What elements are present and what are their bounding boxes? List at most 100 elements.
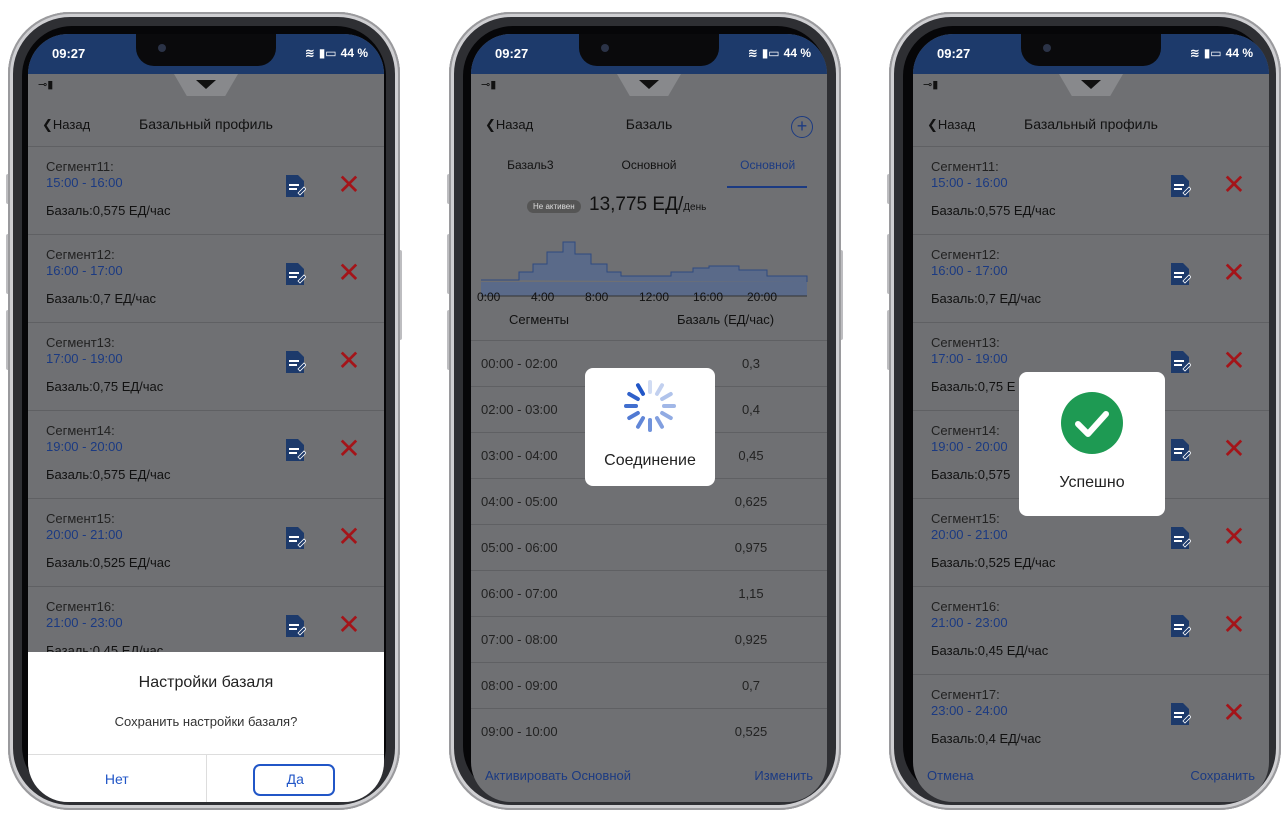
cancel-button[interactable]: Отмена (927, 768, 974, 783)
edit-icon[interactable] (1169, 437, 1192, 463)
delete-icon[interactable]: ✕ (1221, 171, 1247, 199)
notch (136, 34, 276, 66)
chart-tick-label: 16:00 (693, 290, 724, 304)
row-time: 06:00 - 07:00 (481, 586, 558, 601)
screen: 09:27 ≋ ▮▭ 44 % ⊸▮ ❮Назад Базальный профил… (913, 34, 1269, 802)
segment-basal: Базаль:0,75 ЕД/час (46, 379, 164, 394)
delete-icon[interactable]: ✕ (336, 171, 362, 199)
delete-icon[interactable]: ✕ (1221, 611, 1247, 639)
row-value: 0,925 (734, 632, 768, 647)
edit-icon[interactable] (284, 173, 307, 199)
row-value: 0,625 (734, 494, 768, 509)
segment-time: 23:00 - 24:00 (931, 703, 1008, 718)
navigation-bar: ❮Назад Базальный профиль (913, 114, 1269, 138)
edit-icon[interactable] (284, 437, 307, 463)
segment-row: Сегмент12: 16:00 - 17:00 Базаль:0,7 ЕД/час… (28, 234, 384, 322)
pull-down-handle[interactable] (617, 74, 681, 96)
delete-icon[interactable]: ✕ (1221, 699, 1247, 727)
delete-icon[interactable]: ✕ (336, 347, 362, 375)
edit-icon[interactable] (1169, 173, 1192, 199)
segment-basal: Базаль:0,575 ЕД/час (46, 203, 171, 218)
table-row: 05:00 - 06:00 0,975 (471, 524, 827, 570)
segment-name: Сегмент11: (931, 159, 999, 174)
pull-down-handle[interactable] (1059, 74, 1123, 96)
segment-name: Сегмент17: (931, 687, 1000, 702)
segment-row: Сегмент11: 15:00 - 16:00 Базаль:0,575 ЕД/ч… (913, 146, 1269, 234)
status-icons: ≋ ▮▭ 44 % (1190, 46, 1253, 60)
basal-profile-area (481, 241, 808, 282)
spinner-segment (636, 416, 645, 429)
page-title: Базальный профиль (139, 116, 273, 132)
yes-button[interactable]: Да (205, 755, 385, 802)
chart-tick-label: 20:00 (747, 290, 778, 304)
battery-percent: 44 % (340, 46, 368, 60)
phone-1: 09:27 ≋ ▮▭ 44 % ⊸▮ ❮Назад Базальный профил… (6, 12, 402, 810)
bottom-actions: Активировать Основной Изменить (471, 760, 827, 790)
segment-name: Сегмент12: (46, 247, 115, 262)
daily-suffix: День (683, 202, 707, 213)
no-button[interactable]: Нет (28, 755, 206, 802)
delete-icon[interactable]: ✕ (336, 259, 362, 287)
pull-down-handle[interactable] (174, 74, 238, 96)
row-time: 05:00 - 06:00 (481, 540, 558, 555)
battery-percent: 44 % (783, 46, 811, 60)
page-title: Базальный профиль (1024, 116, 1158, 132)
chart-tick-label: 12:00 (639, 290, 670, 304)
tab-osnovnoy[interactable]: Основной (590, 158, 709, 188)
edit-icon[interactable] (284, 261, 307, 287)
loading-popup: Соединение (585, 368, 715, 486)
edit-icon[interactable] (1169, 261, 1192, 287)
page-title: Базаль (625, 116, 673, 132)
table-row: 09:00 - 10:00 0,525 (471, 708, 827, 754)
delete-icon[interactable]: ✕ (1221, 259, 1247, 287)
spinner-segment (660, 411, 673, 420)
edit-icon[interactable] (1169, 349, 1192, 375)
segment-name: Сегмент15: (46, 511, 115, 526)
edit-icon[interactable] (284, 349, 307, 375)
edit-icon[interactable] (284, 613, 307, 639)
col-segments: Сегменты (509, 312, 570, 327)
delete-icon[interactable]: ✕ (336, 435, 362, 463)
segment-name: Сегмент16: (931, 599, 1000, 614)
row-value: 0,4 (741, 402, 761, 417)
segment-time: 19:00 - 20:00 (46, 439, 123, 454)
daily-total: 13,775 ЕД/День (589, 194, 706, 216)
delete-icon[interactable]: ✕ (336, 611, 362, 639)
save-dialog: Настройки базаля Сохранить настройки баз… (28, 652, 384, 802)
segment-time: 21:00 - 23:00 (46, 615, 123, 630)
save-button[interactable]: Сохранить (1190, 768, 1255, 783)
delete-icon[interactable]: ✕ (1221, 347, 1247, 375)
activate-button[interactable]: Активировать Основной (485, 768, 631, 783)
navigation-bar: ❮Назад Базаль (471, 114, 827, 138)
phone-3: 09:27 ≋ ▮▭ 44 % ⊸▮ ❮Назад Базальный профил… (887, 12, 1281, 810)
table-row: 07:00 - 08:00 0,925 (471, 616, 827, 662)
edit-icon[interactable] (1169, 525, 1192, 551)
delete-icon[interactable]: ✕ (1221, 523, 1247, 551)
edit-icon[interactable] (1169, 613, 1192, 639)
tab-bazal3[interactable]: Базаль3 (471, 158, 590, 188)
change-button[interactable]: Изменить (754, 768, 813, 783)
segment-time: 17:00 - 19:00 (46, 351, 123, 366)
highlight-box (252, 764, 335, 796)
segment-name: Сегмент15: (931, 511, 1000, 526)
dialog-message: Сохранить настройки базаля? (114, 714, 298, 729)
tab-osnovnoy-active[interactable]: Основной (708, 158, 827, 188)
active-tab-indicator (727, 186, 807, 188)
delete-icon[interactable]: ✕ (336, 523, 362, 551)
row-value: 1,15 (738, 586, 764, 601)
segment-basal: Базаль:0,75 Е (931, 379, 1016, 394)
spinner-segment (627, 392, 640, 401)
segment-basal: Базаль:0,45 ЕД/час (931, 643, 1049, 658)
notification-icons: ⊸▮ (923, 79, 939, 91)
screen: 09:27 ≋ ▮▭ 44 % ⊸▮ ❮Назад Базаль + Базаль3… (471, 34, 827, 802)
status-time: 09:27 (52, 46, 86, 61)
segment-basal: Базаль:0,4 ЕД/час (931, 731, 1042, 746)
notch (579, 34, 719, 66)
add-icon[interactable]: + (791, 116, 813, 138)
edit-icon[interactable] (1169, 701, 1192, 727)
spinner-segment (660, 392, 673, 401)
wifi-icon: ≋ (747, 46, 758, 60)
delete-icon[interactable]: ✕ (1221, 435, 1247, 463)
edit-icon[interactable] (284, 525, 307, 551)
row-time: 04:00 - 05:00 (481, 494, 558, 509)
